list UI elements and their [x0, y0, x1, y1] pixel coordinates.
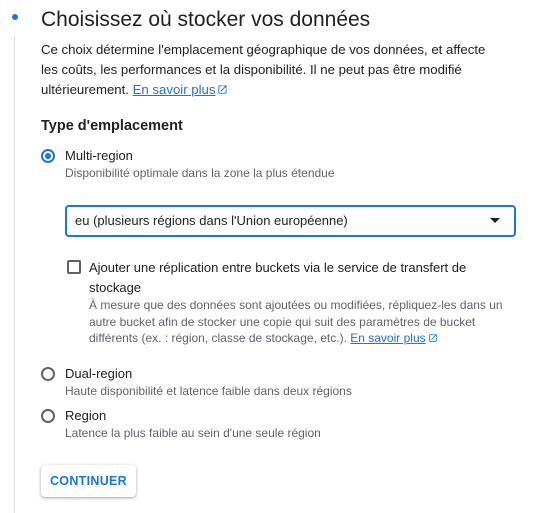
- step-title: Choisissez où stocker vos données: [41, 8, 371, 31]
- external-link-icon: [217, 81, 228, 101]
- radio-button-region[interactable]: [41, 409, 55, 423]
- radio-button-dual-region[interactable]: [41, 367, 55, 381]
- replication-checkbox[interactable]: [67, 260, 81, 274]
- replication-learn-more-link[interactable]: En savoir plus: [350, 331, 425, 345]
- storage-location-step: Choisissez où stocker vos données Ce cho…: [0, 0, 536, 513]
- radio-description-dual-region: Haute disponibilité et latence faible da…: [65, 384, 352, 398]
- radio-button-multi-region[interactable]: [41, 149, 55, 163]
- multi-region-select[interactable]: eu (plusieurs régions dans l'Union europ…: [65, 205, 516, 237]
- radio-description-region: Latence la plus faible au sein d'une seu…: [65, 426, 321, 440]
- radio-label-region: Region: [65, 408, 107, 423]
- step-connector-line: [14, 36, 15, 513]
- learn-more-label: En savoir plus: [132, 82, 216, 97]
- continue-button[interactable]: CONTINUER: [41, 465, 136, 497]
- step-description: Ce choix détermine l'emplacement géograp…: [41, 40, 503, 101]
- location-type-heading: Type d'emplacement: [41, 118, 183, 134]
- replication-learn-more-label: En savoir plus: [350, 331, 426, 345]
- dropdown-arrow-icon: [490, 218, 500, 223]
- radio-description-multi-region: Disponibilité optimale dans la zone la p…: [65, 166, 335, 180]
- replication-description-text: À mesure que des données sont ajoutées o…: [89, 298, 503, 345]
- replication-checkbox-label[interactable]: Ajouter une réplication entre buckets vi…: [89, 258, 501, 298]
- step-description-text: Ce choix détermine l'emplacement géograp…: [41, 42, 486, 97]
- external-link-icon: [428, 331, 438, 348]
- multi-region-select-value: eu (plusieurs régions dans l'Union europ…: [75, 213, 348, 228]
- radio-label-multi-region: Multi-region: [65, 148, 133, 163]
- step-indicator-dot: [12, 14, 18, 20]
- learn-more-link[interactable]: En savoir plus: [133, 82, 216, 97]
- radio-label-dual-region: Dual-region: [65, 366, 133, 381]
- replication-description: À mesure que des données sont ajoutées o…: [89, 297, 509, 348]
